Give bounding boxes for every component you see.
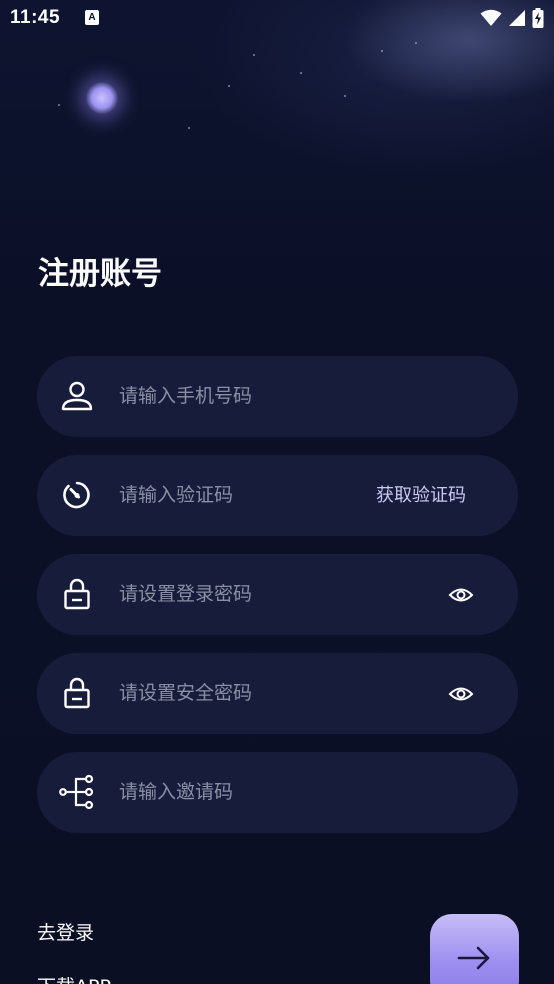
verification-code-field[interactable]: 请输入验证码 获取验证码: [37, 455, 518, 536]
lock-icon: [59, 576, 95, 612]
status-time: 11:45: [10, 7, 61, 28]
star-decoration: [415, 42, 417, 44]
star-decoration: [253, 54, 255, 56]
star-decoration: [300, 72, 302, 74]
security-password-field[interactable]: 请设置安全密码: [37, 653, 518, 734]
timer-icon: [59, 477, 95, 513]
tree-icon: [59, 774, 95, 810]
notification-icon: A: [85, 10, 99, 25]
security-password-input[interactable]: 请设置安全密码: [119, 653, 252, 734]
wifi-icon: [480, 9, 502, 26]
invite-code-field[interactable]: 请输入邀请码: [37, 752, 518, 833]
status-bar: 11:45 A: [0, 0, 554, 38]
go-login-link[interactable]: 去登录: [37, 918, 94, 945]
star-decoration: [188, 127, 190, 129]
download-app-link[interactable]: 下载APP: [37, 972, 111, 984]
star-decoration: [228, 85, 230, 87]
eye-icon[interactable]: [448, 681, 474, 707]
arrow-right-icon: [457, 946, 490, 970]
page-title: 注册账号: [38, 256, 162, 292]
star-decoration: [381, 50, 383, 52]
star-decoration: [344, 95, 346, 97]
lock-icon: [59, 675, 95, 711]
battery-icon: [532, 8, 544, 28]
signal-icon: [509, 10, 525, 26]
verification-code-input[interactable]: 请输入验证码: [119, 455, 233, 536]
login-password-input[interactable]: 请设置登录密码: [119, 554, 252, 635]
phone-input[interactable]: 请输入手机号码: [119, 356, 252, 437]
eye-icon[interactable]: [448, 582, 474, 608]
invite-code-input[interactable]: 请输入邀请码: [119, 752, 233, 833]
submit-button[interactable]: [430, 914, 519, 984]
login-password-field[interactable]: 请设置登录密码: [37, 554, 518, 635]
get-code-button[interactable]: 获取验证码: [376, 455, 466, 536]
user-icon: [59, 378, 95, 414]
glowing-orb-decoration: [86, 82, 118, 114]
phone-field[interactable]: 请输入手机号码: [37, 356, 518, 437]
star-decoration: [58, 104, 60, 106]
system-icons: [480, 8, 544, 28]
